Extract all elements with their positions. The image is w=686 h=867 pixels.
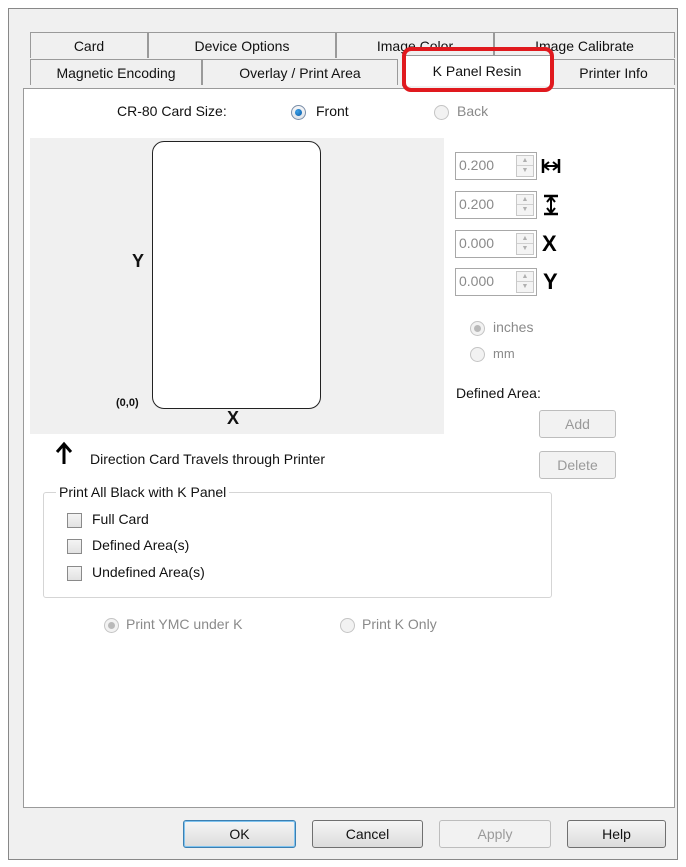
inches-label: inches	[493, 319, 534, 335]
inches-radio[interactable]	[470, 321, 485, 336]
direction-text: Direction Card Travels through Printer	[90, 451, 325, 467]
x-offset-icon: X	[542, 231, 557, 256]
add-button[interactable]: Add	[539, 410, 616, 438]
print-ymc-under-k-label: Print YMC under K	[126, 616, 243, 632]
height-icon	[544, 194, 558, 216]
height-value: 0.200	[459, 196, 495, 212]
y-offset-spin-buttons[interactable]: ▲ ▼	[516, 271, 534, 293]
x-axis-label: X	[227, 408, 240, 428]
mm-radio[interactable]	[470, 347, 485, 362]
height-spin-buttons[interactable]: ▲ ▼	[516, 194, 534, 216]
defined-areas-label: Defined Area(s)	[92, 537, 190, 553]
y-offset-value: 0.000	[459, 273, 495, 289]
width-icon	[541, 159, 561, 173]
front-radio[interactable]	[291, 105, 306, 120]
width-spinbox[interactable]: 0.200 ▲ ▼	[455, 152, 537, 180]
card-preview-area: Y X (0,0)	[30, 138, 444, 434]
help-button[interactable]: Help	[567, 820, 666, 848]
back-radio[interactable]	[434, 105, 449, 120]
print-k-only-radio[interactable]	[340, 618, 355, 633]
full-card-label: Full Card	[92, 511, 149, 527]
card-outline	[152, 141, 321, 409]
width-value: 0.200	[459, 157, 495, 173]
width-spin-buttons[interactable]: ▲ ▼	[516, 155, 534, 177]
delete-button[interactable]: Delete	[539, 451, 616, 479]
active-tab-highlight	[402, 47, 554, 92]
up-arrow-icon	[55, 441, 73, 464]
undefined-areas-checkbox[interactable]	[67, 566, 82, 581]
print-k-only-label: Print K Only	[362, 616, 437, 632]
print-ymc-under-k-radio[interactable]	[104, 618, 119, 633]
height-spinbox[interactable]: 0.200 ▲ ▼	[455, 191, 537, 219]
defined-area-label: Defined Area:	[456, 385, 541, 401]
undefined-areas-label: Undefined Area(s)	[92, 564, 205, 580]
cancel-button[interactable]: Cancel	[312, 820, 423, 848]
x-offset-value: 0.000	[459, 235, 495, 251]
full-card-checkbox[interactable]	[67, 513, 82, 528]
front-label: Front	[316, 103, 349, 119]
apply-button[interactable]: Apply	[439, 820, 551, 848]
origin-label: (0,0)	[116, 397, 139, 409]
y-axis-label: Y	[132, 251, 145, 271]
ok-button[interactable]: OK	[183, 820, 296, 848]
card-size-label: CR-80 Card Size:	[117, 103, 227, 119]
mm-label: mm	[493, 346, 515, 361]
y-offset-icon: Y	[543, 269, 558, 294]
back-label: Back	[457, 103, 489, 119]
defined-areas-checkbox[interactable]	[67, 539, 82, 554]
x-offset-spinbox[interactable]: 0.000 ▲ ▼	[455, 230, 537, 258]
y-offset-spinbox[interactable]: 0.000 ▲ ▼	[455, 268, 537, 296]
black-k-panel-legend: Print All Black with K Panel	[56, 484, 230, 500]
x-offset-spin-buttons[interactable]: ▲ ▼	[516, 233, 534, 255]
